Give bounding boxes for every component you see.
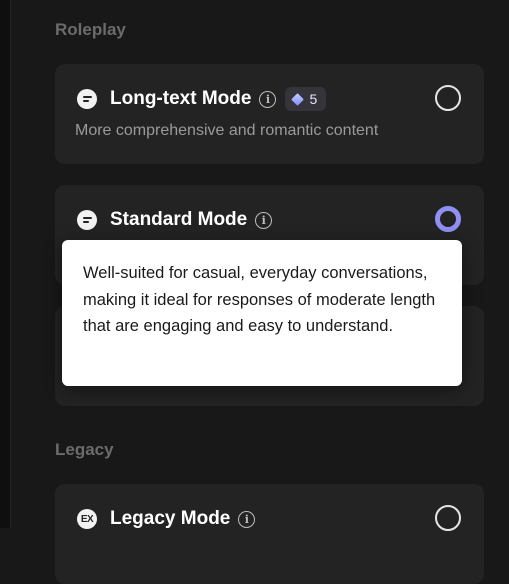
chat-bubble-icon <box>77 210 97 230</box>
section-title-legacy: Legacy <box>55 440 114 459</box>
mode-card-long-text[interactable]: Long-text Mode i 5 More comprehensive an… <box>55 64 484 164</box>
cost-value: 5 <box>309 91 318 107</box>
section-title-roleplay: Roleplay <box>55 20 126 39</box>
gem-icon <box>291 92 305 106</box>
mode-header-long-text: Long-text Mode i 5 <box>77 87 327 111</box>
radio-long-text[interactable] <box>435 85 461 111</box>
info-icon[interactable]: i <box>238 510 256 528</box>
info-icon[interactable]: i <box>259 90 277 108</box>
mode-card-legacy[interactable]: EX Legacy Mode i <box>55 484 484 584</box>
info-icon[interactable]: i <box>255 211 273 229</box>
mode-title-standard: Standard Mode <box>110 209 248 230</box>
mode-header-legacy: EX Legacy Mode i <box>77 508 256 530</box>
radio-standard-selected[interactable] <box>435 206 461 232</box>
sidebar-edge <box>0 0 11 528</box>
mode-title-long-text: Long-text Mode <box>110 88 252 109</box>
chat-bubble-icon <box>77 89 97 109</box>
ex-badge-icon: EX <box>77 509 97 529</box>
mode-title-legacy: Legacy Mode <box>110 508 231 529</box>
info-tooltip: Well-suited for casual, everyday convers… <box>62 240 462 386</box>
mode-header-standard: Standard Mode i <box>77 209 273 231</box>
radio-legacy[interactable] <box>435 505 461 531</box>
mode-description-long-text: More comprehensive and romantic content <box>75 122 379 139</box>
cost-badge: 5 <box>285 87 327 111</box>
